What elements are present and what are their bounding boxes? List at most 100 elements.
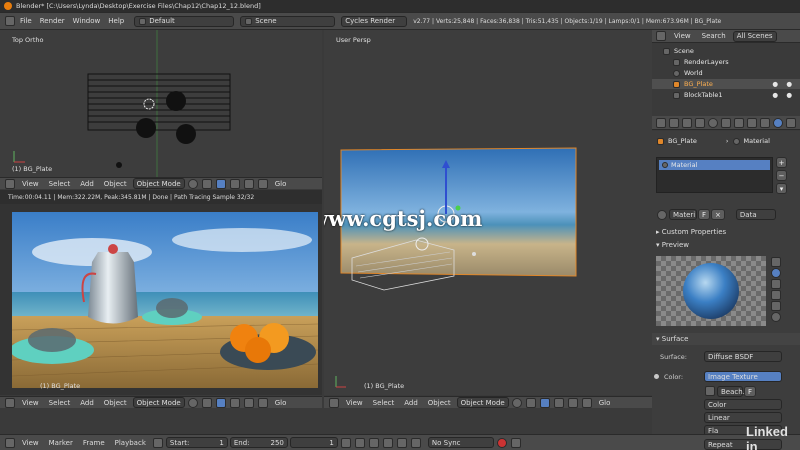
- outliner-item[interactable]: BG_Plate ● ●: [652, 79, 800, 89]
- material-slot-list[interactable]: Material: [656, 157, 773, 193]
- pivot-icon[interactable]: [201, 397, 212, 408]
- outliner-item[interactable]: RenderLayers: [652, 57, 800, 67]
- surface-panel-header[interactable]: ▾ Surface: [652, 333, 800, 345]
- preview-plane-icon[interactable]: [771, 257, 781, 267]
- unlink-material-button[interactable]: ×: [711, 209, 725, 220]
- modifiers-tab-icon[interactable]: [747, 117, 757, 128]
- constraints-tab-icon[interactable]: [734, 117, 744, 128]
- keying-set-icon[interactable]: [510, 437, 521, 448]
- menu-object[interactable]: Object: [100, 399, 131, 407]
- timeline-menu-frame[interactable]: Frame: [79, 439, 109, 447]
- editor-type-icon[interactable]: [5, 178, 15, 189]
- shading-icon[interactable]: [187, 397, 198, 408]
- scale-icon[interactable]: [257, 397, 268, 408]
- texture-tab-icon[interactable]: [786, 117, 796, 128]
- preview-cube-icon[interactable]: [771, 279, 781, 289]
- visibility-icon[interactable]: ●: [772, 80, 778, 88]
- rotate-icon[interactable]: [243, 178, 254, 189]
- object-tab-icon[interactable]: [721, 117, 731, 128]
- preview-panel[interactable]: ▾ Preview: [656, 241, 689, 249]
- menu-view[interactable]: View: [18, 399, 43, 407]
- transform-orientation[interactable]: Glo: [271, 180, 291, 188]
- render-toggle-icon[interactable]: ●: [786, 80, 792, 88]
- play-icon[interactable]: [382, 437, 393, 448]
- render-tab-icon[interactable]: [669, 117, 679, 128]
- menu-help[interactable]: Help: [104, 17, 128, 25]
- fake-user-button[interactable]: F: [698, 209, 711, 220]
- preview-sphere-icon[interactable]: [771, 268, 781, 278]
- transform-orientation[interactable]: Glo: [595, 399, 615, 407]
- record-icon[interactable]: [496, 437, 507, 448]
- image-name-field[interactable]: Beach.: [717, 386, 745, 397]
- timeline-menu-view[interactable]: View: [18, 439, 43, 447]
- mode-dropdown[interactable]: Object Mode: [132, 397, 185, 408]
- preview-range-icon[interactable]: [152, 437, 163, 448]
- menu-select[interactable]: Select: [45, 180, 75, 188]
- editor-type-icon[interactable]: [5, 16, 15, 26]
- manipulator-icon[interactable]: [539, 397, 550, 408]
- menu-window[interactable]: Window: [69, 17, 105, 25]
- translate-icon[interactable]: [553, 397, 564, 408]
- outliner-item[interactable]: BlockTable1 ● ●: [652, 90, 800, 100]
- scale-icon[interactable]: [581, 397, 592, 408]
- prev-keyframe-icon[interactable]: [354, 437, 365, 448]
- jump-end-icon[interactable]: [410, 437, 421, 448]
- data-tab-icon[interactable]: [760, 117, 770, 128]
- interpolation-dropdown[interactable]: Linear: [704, 412, 782, 423]
- menu-view[interactable]: View: [342, 399, 367, 407]
- preview-monkey-icon[interactable]: [771, 290, 781, 300]
- pivot-icon[interactable]: [525, 397, 536, 408]
- manipulator-icon[interactable]: [215, 178, 226, 189]
- menu-file[interactable]: File: [16, 17, 36, 25]
- material-slot[interactable]: Material: [659, 160, 770, 170]
- pivot-icon[interactable]: [201, 178, 212, 189]
- add-slot-button[interactable]: +: [776, 157, 787, 168]
- preview-hair-icon[interactable]: [771, 301, 781, 311]
- manipulator-icon[interactable]: [215, 397, 226, 408]
- color-space-dropdown[interactable]: Color: [704, 399, 782, 410]
- shading-icon[interactable]: [511, 397, 522, 408]
- render-toggle-icon[interactable]: ●: [786, 91, 792, 99]
- menu-view[interactable]: View: [18, 180, 43, 188]
- world-tab-icon[interactable]: [708, 117, 718, 128]
- play-reverse-icon[interactable]: [368, 437, 379, 448]
- rotate-icon[interactable]: [243, 397, 254, 408]
- next-keyframe-icon[interactable]: [396, 437, 407, 448]
- outliner-tab-view[interactable]: View: [670, 32, 695, 40]
- outliner-display-dropdown[interactable]: All Scenes: [732, 30, 777, 42]
- editor-type-icon[interactable]: [5, 437, 15, 448]
- render-viewport[interactable]: Time:00:04.11 | Mem:322.22M, Peak:345.81…: [0, 190, 322, 395]
- mode-dropdown[interactable]: Object Mode: [132, 178, 185, 189]
- translate-icon[interactable]: [229, 397, 240, 408]
- image-fake-user-button[interactable]: F: [744, 386, 757, 397]
- editor-type-icon[interactable]: [329, 397, 339, 408]
- remove-slot-button[interactable]: −: [776, 170, 787, 181]
- surface-shader-dropdown[interactable]: Diffuse BSDF: [704, 351, 782, 362]
- shading-icon[interactable]: [187, 178, 198, 189]
- editor-type-icon[interactable]: [5, 397, 15, 408]
- translate-icon[interactable]: [229, 178, 240, 189]
- layout-dropdown[interactable]: Default: [134, 15, 235, 27]
- material-name-field[interactable]: Materi: [669, 209, 697, 220]
- rotate-icon[interactable]: [567, 397, 578, 408]
- scale-icon[interactable]: [257, 178, 268, 189]
- mode-dropdown[interactable]: Object Mode: [456, 397, 509, 408]
- timeline-menu-playback[interactable]: Playback: [111, 439, 150, 447]
- menu-object[interactable]: Object: [100, 180, 131, 188]
- top-ortho-viewport[interactable]: Top Ortho (1) BG_Plate: [0, 30, 322, 177]
- link-dropdown[interactable]: Data: [735, 209, 776, 220]
- current-frame-field[interactable]: 1: [289, 437, 338, 448]
- outliner-tab-search[interactable]: Search: [698, 32, 730, 40]
- render-engine-dropdown[interactable]: Cycles Render: [341, 15, 408, 27]
- sync-dropdown[interactable]: No Sync: [427, 437, 494, 448]
- timeline-menu-marker[interactable]: Marker: [45, 439, 77, 447]
- image-browse-icon[interactable]: [705, 386, 715, 396]
- menu-select[interactable]: Select: [369, 399, 399, 407]
- end-frame-field[interactable]: End: 250: [229, 437, 288, 448]
- user-persp-viewport[interactable]: User Persp www.cgtsj.com (1) BG_Plate: [324, 30, 652, 395]
- color-input-dropdown[interactable]: Image Texture: [704, 371, 782, 382]
- slot-menu-button[interactable]: ▾: [776, 183, 787, 194]
- transform-orientation[interactable]: Glo: [271, 399, 291, 407]
- material-tab-icon[interactable]: [773, 117, 783, 128]
- menu-add[interactable]: Add: [76, 180, 98, 188]
